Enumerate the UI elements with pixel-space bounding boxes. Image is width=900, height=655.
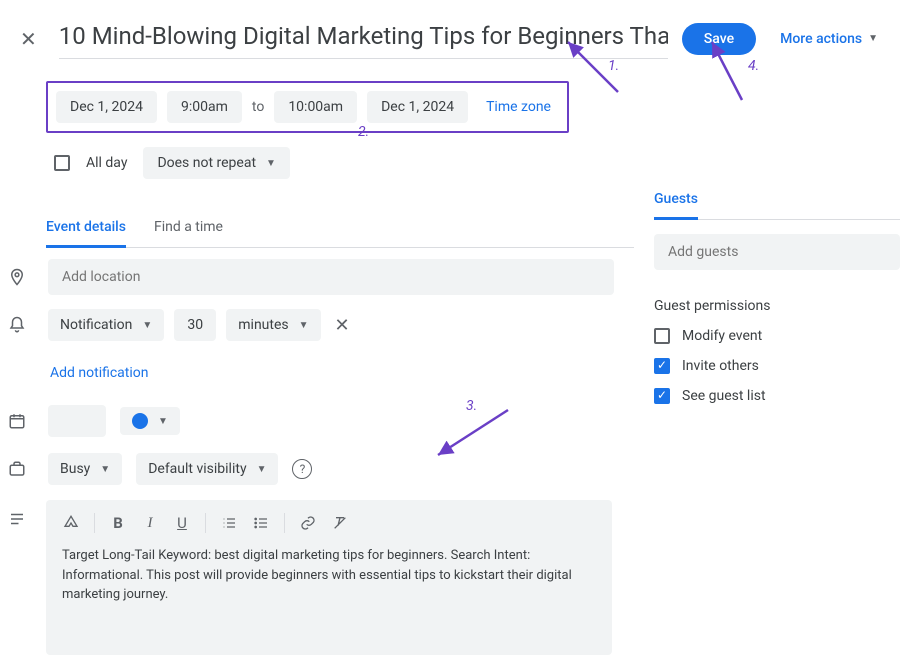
description-textarea[interactable]: Target Long-Tail Keyword: best digital m… (46, 546, 612, 655)
see-guest-list-label: See guest list (682, 388, 766, 404)
visibility-dropdown[interactable]: Default visibility ▼ (136, 453, 278, 485)
annotation-1: 1. (608, 58, 619, 74)
notification-unit-label: minutes (238, 317, 288, 333)
chevron-down-icon: ▼ (266, 158, 276, 169)
timezone-link[interactable]: Time zone (478, 99, 559, 115)
invite-others-checkbox[interactable] (654, 358, 670, 374)
description-icon (0, 498, 34, 528)
all-day-checkbox[interactable] (54, 155, 70, 171)
chevron-down-icon: ▼ (158, 416, 168, 427)
see-guest-list-checkbox[interactable] (654, 388, 670, 404)
bell-icon (0, 316, 34, 334)
more-actions-menu[interactable]: More actions ▼ (770, 31, 888, 47)
tab-event-details[interactable]: Event details (46, 219, 126, 248)
notification-type-label: Notification (60, 317, 132, 333)
color-dot-icon (132, 413, 148, 429)
clear-format-icon[interactable] (327, 510, 353, 536)
underline-icon[interactable]: U (169, 510, 195, 536)
datetime-group: Dec 1, 2024 9:00am to 10:00am Dec 1, 202… (46, 81, 569, 133)
annotation-4: 4. (748, 58, 759, 74)
start-date-chip[interactable]: Dec 1, 2024 (56, 91, 157, 123)
busy-dropdown[interactable]: Busy ▼ (48, 453, 122, 485)
link-icon[interactable] (295, 510, 321, 536)
bulleted-list-icon[interactable] (248, 510, 274, 536)
annotation-3: 3. (466, 398, 477, 414)
repeat-label: Does not repeat (157, 155, 256, 171)
invite-others-label: Invite others (682, 358, 759, 374)
notification-unit-dropdown[interactable]: minutes ▼ (226, 309, 320, 341)
notification-value-input[interactable]: 30 (174, 309, 216, 341)
event-title-input[interactable] (59, 18, 668, 59)
end-time-chip[interactable]: 10:00am (274, 91, 357, 123)
busy-label: Busy (60, 461, 90, 477)
help-icon[interactable]: ? (292, 459, 312, 479)
repeat-dropdown[interactable]: Does not repeat ▼ (143, 147, 290, 179)
italic-icon[interactable]: I (137, 510, 163, 536)
tab-find-a-time[interactable]: Find a time (154, 219, 223, 247)
start-time-chip[interactable]: 9:00am (167, 91, 242, 123)
visibility-label: Default visibility (148, 461, 246, 477)
chevron-down-icon: ▼ (868, 33, 878, 44)
calendar-icon (0, 412, 34, 430)
save-button[interactable]: Save (682, 23, 756, 55)
event-color-dropdown[interactable]: ▼ (120, 407, 180, 435)
remove-notification-icon[interactable]: ✕ (331, 315, 354, 336)
guest-permissions-title: Guest permissions (654, 298, 900, 314)
bold-icon[interactable]: B (105, 510, 131, 536)
numbered-list-icon[interactable] (216, 510, 242, 536)
chevron-down-icon: ▼ (142, 320, 152, 331)
attach-drive-icon[interactable] (58, 510, 84, 536)
chevron-down-icon: ▼ (257, 464, 267, 475)
location-input[interactable] (48, 259, 614, 295)
briefcase-icon (0, 460, 34, 478)
notification-type-dropdown[interactable]: Notification ▼ (48, 309, 164, 341)
tab-guests[interactable]: Guests (654, 191, 698, 220)
calendar-owner-chip[interactable] (48, 405, 106, 437)
all-day-label: All day (86, 155, 127, 171)
add-guests-input[interactable] (654, 234, 900, 270)
description-toolbar: B I U (46, 500, 612, 546)
modify-event-checkbox[interactable] (654, 328, 670, 344)
chevron-down-icon: ▼ (299, 320, 309, 331)
location-icon (0, 268, 34, 286)
chevron-down-icon: ▼ (100, 464, 110, 475)
more-actions-label: More actions (780, 31, 862, 47)
modify-event-label: Modify event (682, 328, 762, 344)
end-date-chip[interactable]: Dec 1, 2024 (367, 91, 468, 123)
add-notification-link[interactable]: Add notification (48, 365, 149, 381)
annotation-2: 2. (358, 124, 369, 140)
to-label: to (252, 99, 264, 115)
close-icon[interactable]: ✕ (12, 23, 45, 55)
